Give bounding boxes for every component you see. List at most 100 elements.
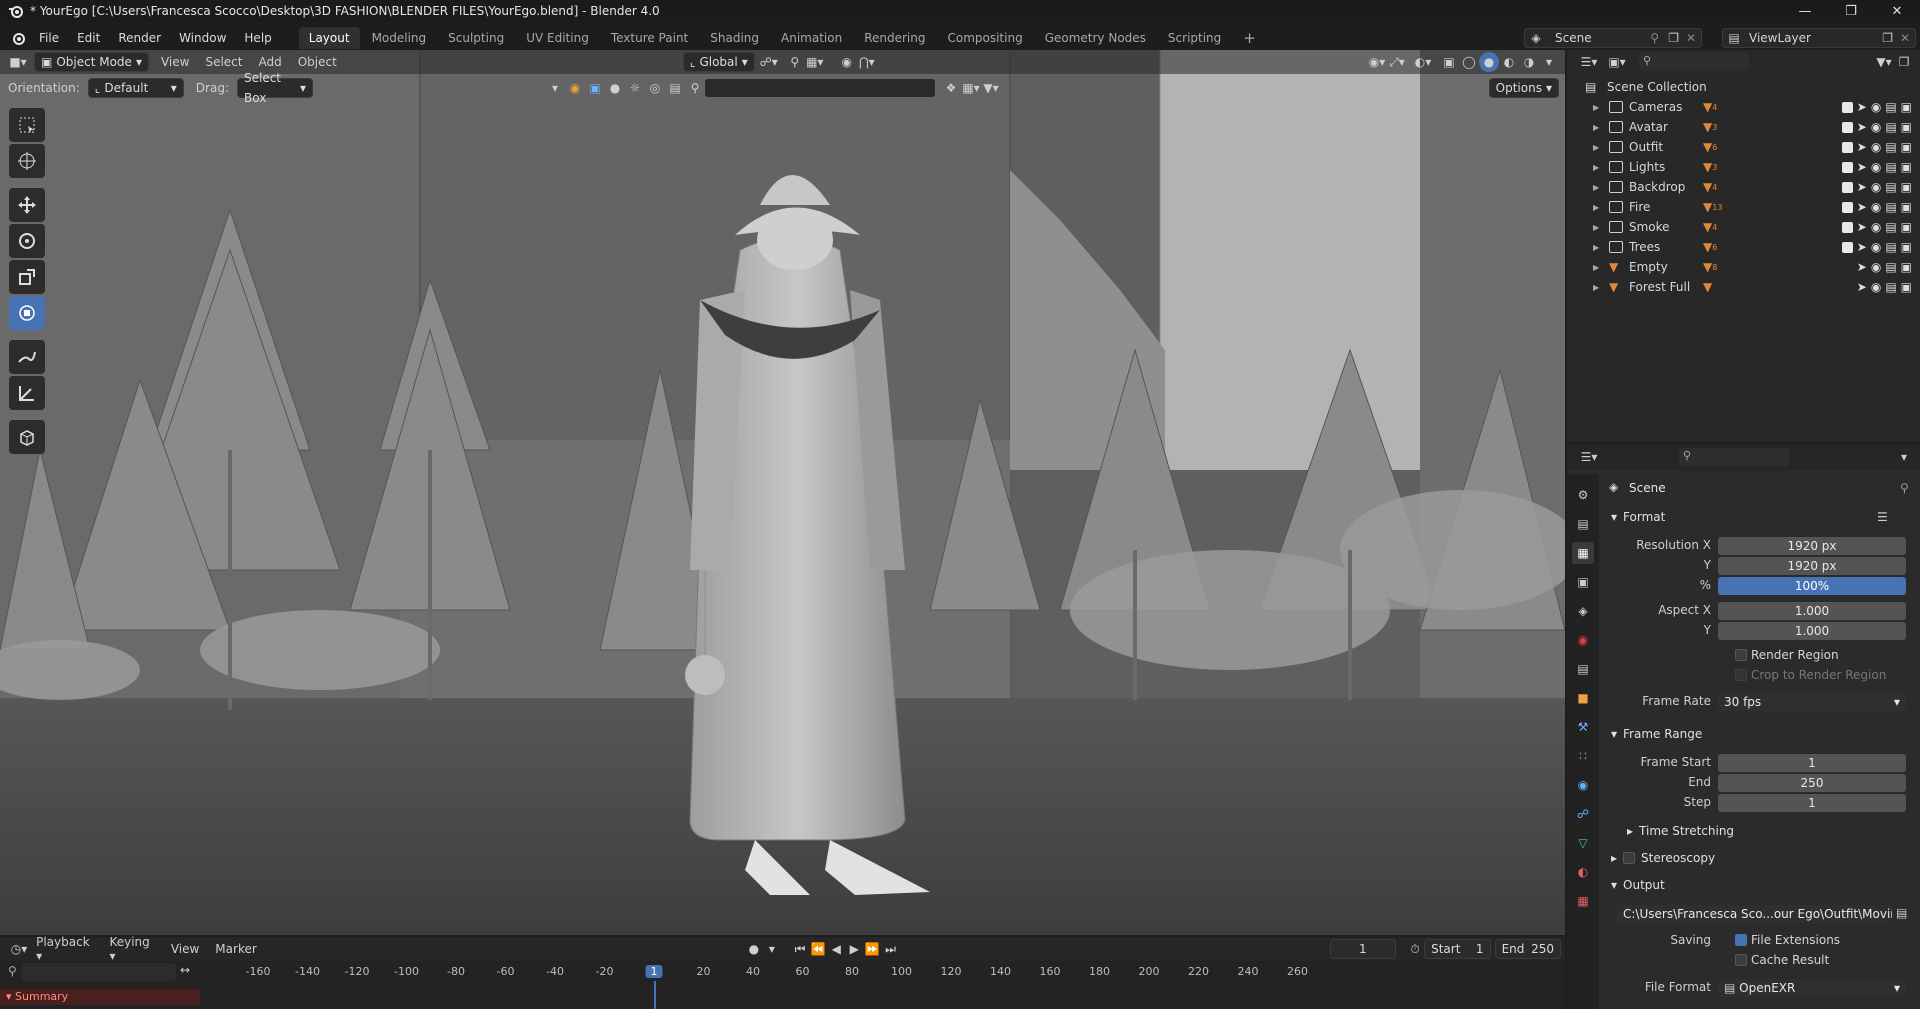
falloff-icon[interactable]: ⋂▾ <box>857 52 877 72</box>
selectability-icon[interactable]: ◉ <box>565 78 585 98</box>
start-frame-field[interactable]: Start 1 <box>1424 939 1491 959</box>
folder-icon[interactable]: ▤ <box>1896 906 1907 920</box>
bookmark-icon[interactable]: ❖ <box>941 78 961 98</box>
camera-icon[interactable]: ▣ <box>1901 240 1912 254</box>
mesh-filter-icon[interactable]: ▣ <box>585 78 605 98</box>
select-icon[interactable]: ➤ <box>1857 220 1867 234</box>
timeline-editor[interactable]: ◷▾ Playback ▾ Keying ▾ View Marker ● ▾ ⏮… <box>0 935 1565 1009</box>
tab-geometry-nodes[interactable]: Geometry Nodes <box>1035 27 1156 49</box>
search-icon[interactable]: ⚲ <box>685 78 705 98</box>
monitor-icon[interactable]: ▤ <box>1885 240 1896 254</box>
outliner-filter-icon[interactable]: ▼▾ <box>1874 52 1894 72</box>
outliner-item[interactable]: ▶ ▼ Empty ▼ 8 ➤ ◉ ▤ ▣ <box>1567 257 1920 277</box>
measure-tool[interactable] <box>9 376 45 410</box>
rotate-tool[interactable] <box>9 224 45 258</box>
expand-arrow-icon[interactable]: ▶ <box>1593 243 1605 252</box>
pin-icon[interactable]: ⚲ <box>1900 481 1909 495</box>
cursor-tool[interactable] <box>9 144 45 178</box>
stereoscopy-checkbox[interactable] <box>1623 852 1636 864</box>
exclude-checkbox[interactable] <box>1841 101 1853 113</box>
xray-icon[interactable]: ▣ <box>1439 52 1459 72</box>
mode-selector[interactable]: ▣ Object Mode ▾ <box>34 52 149 72</box>
frame-start-field[interactable]: 1 <box>1718 754 1906 772</box>
material-tab[interactable]: ◐ <box>1572 861 1594 883</box>
stopwatch-icon[interactable]: ⏱ <box>1406 939 1424 959</box>
material-shading-icon[interactable]: ◐ <box>1499 52 1519 72</box>
tab-sculpting[interactable]: Sculpting <box>438 27 514 49</box>
outliner-item[interactable]: ▶ Smoke ▼ 4 ➤ ◉ ▤ ▣ <box>1567 217 1920 237</box>
camera-icon[interactable]: ▣ <box>1901 180 1912 194</box>
wireframe-shading-icon[interactable]: ◯ <box>1459 52 1479 72</box>
camera-icon[interactable]: ▣ <box>1901 100 1912 114</box>
scene-selector[interactable]: ◈ Scene ⚲ ❐ ✕ <box>1524 28 1702 48</box>
outliner-item[interactable]: ▶ Backdrop ▼ 4 ➤ ◉ ▤ ▣ <box>1567 177 1920 197</box>
tab-modeling[interactable]: Modeling <box>362 27 437 49</box>
camera-icon[interactable]: ▣ <box>1901 140 1912 154</box>
select-icon[interactable]: ➤ <box>1857 280 1867 294</box>
visibility-icon[interactable]: ◉▾ <box>1367 52 1387 72</box>
blender-menu-icon[interactable] <box>10 30 26 46</box>
rendered-shading-icon[interactable]: ◑ <box>1519 52 1539 72</box>
eye-icon[interactable]: ◉ <box>1871 120 1881 134</box>
menu-render[interactable]: Render <box>109 26 170 50</box>
world-filter-icon[interactable]: ◎ <box>645 78 665 98</box>
constraints-tab[interactable]: ☍ <box>1572 803 1594 825</box>
menu-help[interactable]: Help <box>235 26 280 50</box>
resolution-percent-field[interactable]: 100% <box>1718 577 1906 595</box>
exclude-checkbox[interactable] <box>1841 141 1853 153</box>
data-tab[interactable]: ▽ <box>1572 832 1594 854</box>
outliner-item[interactable]: ▶ ▼ Forest Full ▼ ➤ ◉ ▤ ▣ <box>1567 277 1920 297</box>
resolution-x-field[interactable]: 1920 px <box>1718 537 1906 555</box>
snap-target-icon[interactable]: ▦▾ <box>805 52 825 72</box>
frame-rate-dropdown[interactable]: 30 fps ▾ <box>1718 693 1906 711</box>
timeline-search-input[interactable] <box>22 963 176 981</box>
scene-render[interactable] <box>0 50 1565 935</box>
outliner-editor-type-icon[interactable]: ☰▾ <box>1579 52 1599 72</box>
monitor-icon[interactable]: ▤ <box>1885 180 1896 194</box>
transform-orientation-selector[interactable]: ⌞ Global ▾ <box>682 52 755 72</box>
modifier-tab[interactable]: ⚒ <box>1572 716 1594 738</box>
new-view-layer-icon[interactable]: ❐ <box>1882 31 1893 45</box>
delete-view-layer-icon[interactable]: ✕ <box>1900 31 1910 45</box>
eye-icon[interactable]: ◉ <box>1871 180 1881 194</box>
pivot-icon[interactable]: ☍▾ <box>759 52 779 72</box>
render-tab[interactable]: ▤ <box>1572 513 1594 535</box>
exclude-checkbox[interactable] <box>1841 241 1853 253</box>
play-reverse-icon[interactable]: ◀ <box>827 939 845 959</box>
gizmo-icon[interactable]: ⤢▾ <box>1387 52 1407 72</box>
select-icon[interactable]: ➤ <box>1857 160 1867 174</box>
outliner-item[interactable]: ▶ Trees ▼ 6 ➤ ◉ ▤ ▣ <box>1567 237 1920 257</box>
snap-icon[interactable]: ⚲ <box>785 52 805 72</box>
timeline-menu-playback[interactable]: Playback ▾ <box>28 935 101 963</box>
monitor-icon[interactable]: ▤ <box>1885 220 1896 234</box>
new-scene-icon[interactable]: ❐ <box>1668 31 1679 45</box>
tab-animation[interactable]: Animation <box>771 27 852 49</box>
monitor-icon[interactable]: ▤ <box>1885 100 1896 114</box>
scene-tab[interactable]: ◈ <box>1572 600 1594 622</box>
swap-icon[interactable]: ↔ <box>180 963 190 977</box>
properties-options-icon[interactable]: ▾ <box>1894 447 1914 467</box>
tab-rendering[interactable]: Rendering <box>854 27 935 49</box>
timeline-menu-keying[interactable]: Keying ▾ <box>101 935 162 963</box>
view-layer-selector[interactable]: ▤ ViewLayer ❐ ✕ <box>1722 28 1916 48</box>
timeline-menu-marker[interactable]: Marker <box>207 942 264 956</box>
particles-tab[interactable]: ∷ <box>1572 745 1594 767</box>
eye-icon[interactable]: ◉ <box>1871 240 1881 254</box>
outliner-item[interactable]: ▶ Fire ▼ 13 ➤ ◉ ▤ ▣ <box>1567 197 1920 217</box>
close-button[interactable]: ✕ <box>1874 0 1920 22</box>
jump-end-icon[interactable]: ⏭ <box>881 939 899 959</box>
menu-file[interactable]: File <box>30 26 68 50</box>
format-panel-header[interactable]: ▾ Format <box>1611 510 1665 524</box>
physics-tab[interactable]: ◉ <box>1572 774 1594 796</box>
file-format-dropdown[interactable]: ▤ OpenEXR ▾ <box>1718 979 1906 997</box>
camera-filter-icon[interactable]: ▤ <box>665 78 685 98</box>
properties-editor[interactable]: ☰▾ ⚲ ▾ ⚙ ▤ ▦ ▣ ◈ ◉ ▤ ■ ⚒ ∷ ◉ ☍ ▽ ◐ ▦ ◈ S… <box>1567 444 1920 1009</box>
editor-type-icon[interactable]: ■▾ <box>8 52 28 72</box>
monitor-icon[interactable]: ▤ <box>1885 160 1896 174</box>
add-workspace-icon[interactable]: + <box>1233 27 1266 49</box>
pin-icon[interactable]: ⚲ <box>1650 31 1659 45</box>
select-box-tool[interactable] <box>9 108 45 142</box>
exclude-checkbox[interactable] <box>1841 221 1853 233</box>
camera-icon[interactable]: ▣ <box>1901 200 1912 214</box>
maximize-button[interactable]: ❐ <box>1828 0 1874 22</box>
